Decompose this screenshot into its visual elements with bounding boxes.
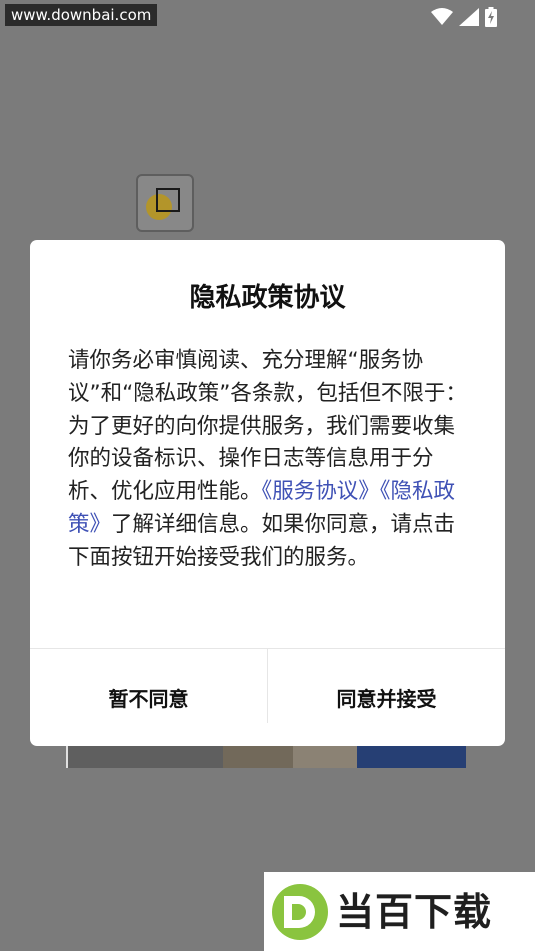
wifi-icon: [431, 8, 453, 30]
brand-name: 当百下载: [336, 889, 493, 934]
privacy-dialog: 隐私政策协议 请你务必审慎阅读、充分理解“服务协议”和“隐私政策”各条款，包括但…: [30, 240, 505, 746]
status-bar: www.downbai.com: [0, 0, 535, 34]
app-icon-square: [156, 188, 180, 212]
service-agreement-link[interactable]: 《服务协议》: [262, 479, 380, 504]
dialog-body-tail: 了解详细信息。如果你同意，请点击下面按钮开始接受我们的服务。: [68, 511, 456, 570]
dialog-title: 隐私政策协议: [189, 283, 346, 313]
brand-logo-icon: [272, 883, 328, 940]
dialog-body: 请你务必审慎阅读、充分理解“服务协议”和“隐私政策”各条款，包括但不限于：为了更…: [68, 345, 468, 575]
status-icons: [431, 7, 497, 31]
brand-watermark: 当百下载: [264, 872, 535, 951]
app-icon: [136, 174, 194, 232]
watermark-url: www.downbai.com: [5, 4, 158, 26]
battery-charging-icon: [485, 7, 497, 31]
decline-button[interactable]: 暂不同意: [30, 649, 267, 746]
accept-button[interactable]: 同意并接受: [268, 649, 505, 746]
signal-icon: [459, 8, 479, 30]
